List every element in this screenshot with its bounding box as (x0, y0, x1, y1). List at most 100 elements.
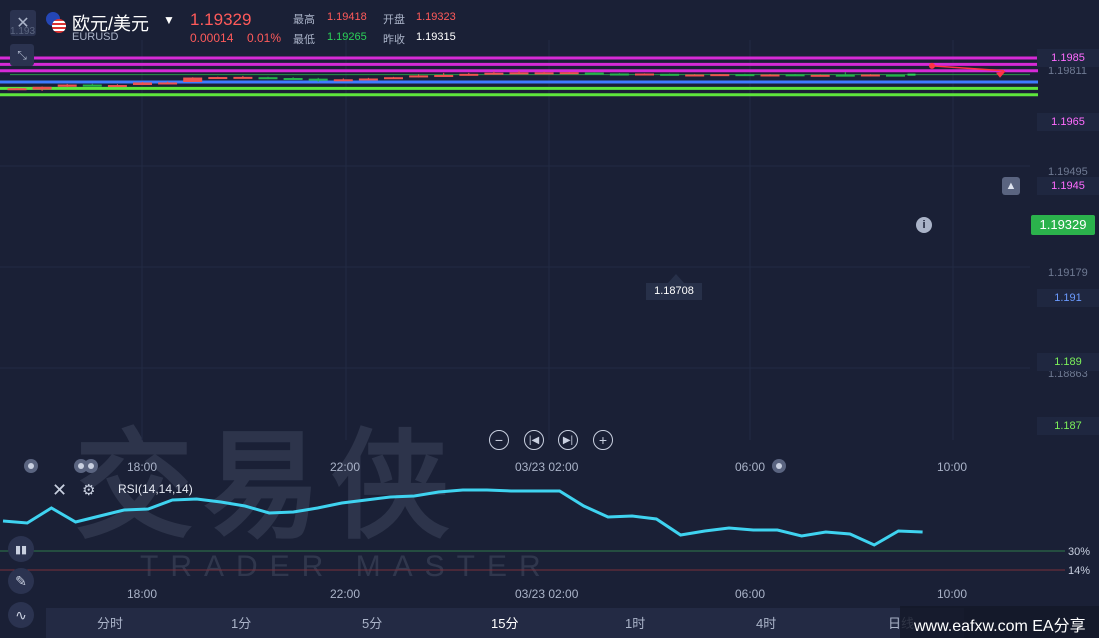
time-handle[interactable] (772, 459, 786, 473)
indicator-name: RSI(14,14,14) (118, 482, 193, 496)
symbol-code: EURUSD (72, 31, 119, 43)
tf-button[interactable]: 分时 (97, 613, 123, 632)
level-tag[interactable]: 1.191 (1037, 289, 1099, 307)
close-indicator-icon[interactable]: ✕ (52, 480, 67, 501)
candle-body (459, 73, 479, 76)
trading-app: 交易侠 TRADER MASTER ✕ ⤡ 1.193 欧元/美元 ▼ EURU… (0, 0, 1099, 638)
candle-body (358, 78, 378, 81)
high-value: 1.19418 (327, 11, 367, 23)
price-chart[interactable] (0, 0, 1099, 638)
candle-body (886, 74, 905, 77)
candle-body (509, 72, 529, 75)
pencil-icon: ✎ (15, 572, 27, 589)
candle-body (32, 86, 52, 90)
candle-body (584, 72, 604, 75)
candle-body (308, 78, 328, 81)
level-tag[interactable]: 1.1965 (1037, 113, 1099, 131)
low-value: 1.19265 (327, 31, 367, 43)
tf-button[interactable]: 1分 (231, 613, 251, 632)
time-handle[interactable] (84, 459, 98, 473)
open-value: 1.19323 (416, 11, 456, 23)
candle-body (384, 77, 403, 80)
collapse-button[interactable]: ⤡ (10, 44, 34, 66)
time-label: 10:00 (937, 460, 968, 474)
time-label: 22:00 (330, 587, 361, 601)
settings-icon[interactable]: ⚙ (82, 481, 95, 499)
indicator-button[interactable]: ∿ (8, 602, 34, 628)
time-handle[interactable] (24, 459, 38, 473)
candle-body (409, 75, 429, 78)
partial-price-label: 1.193 (10, 26, 36, 37)
candle-body (860, 74, 880, 77)
candle-body (685, 74, 705, 77)
time-label: 06:00 (735, 460, 766, 474)
candle-body (735, 74, 755, 77)
rsi-line (2, 488, 923, 547)
candle-body (208, 77, 228, 80)
candle-body (133, 82, 152, 86)
time-label: 03/23 02:00 (515, 587, 579, 601)
candle-body (107, 85, 127, 88)
candle-body (183, 77, 203, 82)
candle-body (233, 76, 253, 79)
bars-icon: ▮▮ (14, 543, 28, 556)
candle-body (785, 74, 805, 77)
zoom-in-button[interactable]: + (593, 430, 613, 450)
zoom-out-button[interactable]: − (489, 430, 509, 450)
tf-button[interactable]: 4时 (756, 613, 776, 632)
dropdown-icon[interactable]: ▼ (163, 13, 175, 27)
tf-button[interactable]: 5分 (362, 613, 382, 632)
level-tag[interactable]: 1.187 (1037, 417, 1099, 435)
bell-icon[interactable]: ▲ (1002, 177, 1020, 195)
axis-label: 1.19179 (1048, 267, 1088, 279)
prev-close-label: 昨收 (383, 34, 405, 46)
candle-body (635, 73, 654, 76)
minus-icon: − (494, 432, 504, 448)
current-price-tag: 1.19329 (1031, 215, 1095, 235)
prev-button[interactable]: |◀ (524, 430, 544, 450)
candle-body (283, 78, 303, 80)
candle-body (484, 72, 504, 75)
time-label: 22:00 (330, 460, 361, 474)
tf-button[interactable]: 1时 (625, 613, 645, 632)
candle-body (534, 72, 554, 75)
price-change-pct: 0.01% (247, 31, 282, 45)
low-label: 最低 (293, 34, 315, 46)
candle-body (333, 79, 353, 82)
candle-body (835, 74, 855, 77)
level-tag[interactable]: 1.1945 (1037, 177, 1099, 195)
site-label: www.eafxw.com EA分享网 (914, 618, 1086, 635)
candle-body (82, 84, 102, 87)
candle-body (660, 73, 680, 76)
candle-body (7, 88, 27, 91)
next-icon: ▶| (562, 434, 574, 446)
wave-icon: ∿ (15, 606, 27, 623)
price-change: 0.00014 (190, 31, 234, 45)
next-button[interactable]: ▶| (558, 430, 578, 450)
us-eu-flag-icon (46, 12, 66, 33)
level-tag[interactable]: 1.189 (1037, 353, 1099, 371)
candle-body (434, 74, 454, 77)
min-marker-pointer (668, 274, 684, 283)
candle-body (559, 72, 579, 75)
candle-body (609, 73, 629, 76)
prev-close-value: 1.19315 (416, 31, 456, 43)
level-tag[interactable]: 1.1985 (1037, 49, 1099, 67)
min-price-marker: 1.18708 (646, 283, 702, 300)
time-label: 03/23 02:00 (515, 460, 579, 474)
open-label: 开盘 (383, 14, 405, 26)
draw-button[interactable]: ✎ (8, 568, 34, 594)
time-label: 10:00 (937, 587, 968, 601)
plus-icon: + (598, 432, 608, 448)
chart-type-button[interactable]: ▮▮ (8, 536, 34, 562)
prev-icon: |◀ (528, 434, 540, 446)
info-icon[interactable]: i (916, 217, 932, 233)
time-label: 18:00 (127, 460, 158, 474)
tf-button-active[interactable]: 15分 (491, 613, 518, 632)
candle-body (760, 74, 780, 77)
current-price: 1.19329 (190, 10, 252, 29)
collapse-icon: ⤡ (17, 47, 27, 62)
candle-body (710, 74, 730, 77)
high-label: 最高 (293, 14, 315, 26)
candle-body (810, 74, 830, 77)
